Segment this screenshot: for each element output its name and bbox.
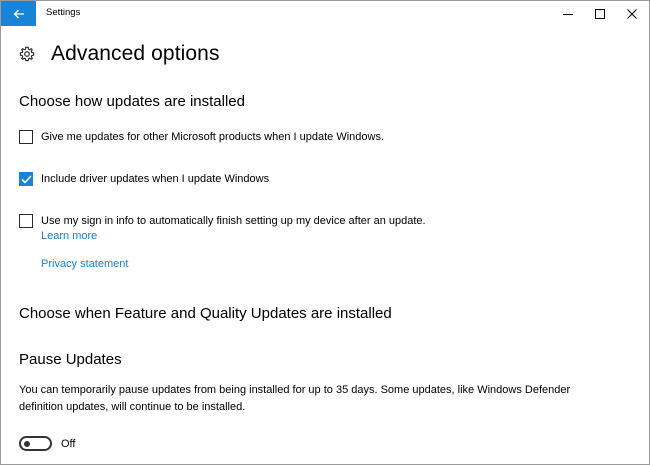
window-title: Settings	[46, 7, 81, 18]
option-driver-updates[interactable]: Include driver updates when I update Win…	[19, 172, 269, 186]
privacy-statement-link[interactable]: Privacy statement	[41, 258, 128, 270]
checkbox-other-products[interactable]	[19, 130, 33, 144]
pause-updates-description: You can temporarily pause updates from b…	[19, 384, 571, 413]
gear-icon	[19, 46, 35, 62]
close-icon	[627, 8, 637, 19]
checkbox-driver-updates[interactable]	[19, 172, 33, 186]
toggle-state-label: Off	[61, 438, 76, 450]
settings-window: Settings Advanced options Choose how upd…	[0, 0, 650, 465]
pause-updates-heading: Pause Updates	[19, 351, 122, 368]
maximize-icon	[595, 8, 605, 19]
maximize-button[interactable]	[584, 1, 616, 26]
back-button[interactable]	[1, 1, 36, 26]
option-other-microsoft-products[interactable]: Give me updates for other Microsoft prod…	[19, 130, 384, 144]
arrow-left-icon	[13, 9, 24, 18]
checkbox-label: Use my sign in info to automatically fin…	[41, 215, 426, 227]
close-button[interactable]	[616, 1, 648, 26]
minimize-icon	[563, 13, 573, 15]
toggle-knob	[24, 440, 30, 447]
learn-more-link[interactable]: Learn more	[41, 230, 97, 242]
feature-section-heading: Choose when Feature and Quality Updates …	[19, 305, 392, 322]
install-section-heading: Choose how updates are installed	[19, 93, 245, 110]
checkbox-label: Include driver updates when I update Win…	[41, 173, 270, 185]
option-sign-in-info[interactable]: Use my sign in info to automatically fin…	[19, 214, 426, 228]
checkmark-icon	[20, 174, 32, 184]
pause-updates-toggle[interactable]	[19, 436, 52, 451]
minimize-button[interactable]	[552, 1, 584, 26]
checkbox-label: Give me updates for other Microsoft prod…	[41, 131, 384, 143]
checkbox-sign-in-info[interactable]	[19, 214, 33, 228]
page-title: Advanced options	[51, 42, 220, 65]
title-bar: Settings	[1, 1, 649, 26]
